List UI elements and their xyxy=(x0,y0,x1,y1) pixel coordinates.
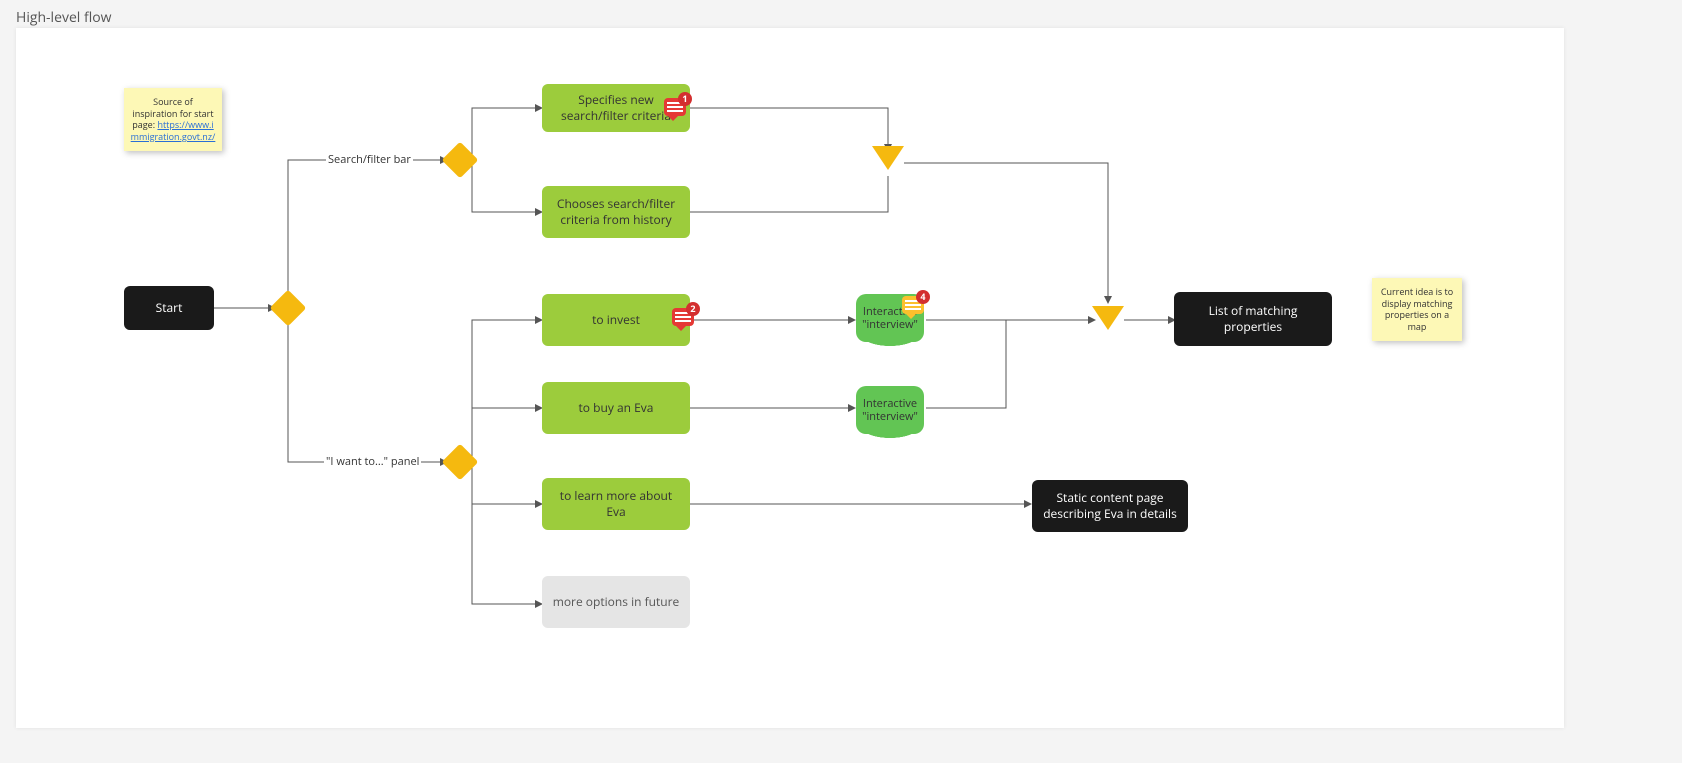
arrowhead xyxy=(1104,296,1112,304)
arrowhead xyxy=(848,316,856,324)
connector-lines xyxy=(16,28,1564,728)
comment-icon[interactable]: 2 xyxy=(672,308,694,326)
node-start[interactable]: Start xyxy=(124,286,214,330)
gateway-search[interactable] xyxy=(442,142,479,179)
node-list[interactable]: List of matching properties xyxy=(1174,292,1332,346)
gateway-main[interactable] xyxy=(270,290,307,327)
branch-label-search: Search/filter bar xyxy=(326,152,413,167)
merge-results[interactable] xyxy=(1092,306,1124,330)
node-learn[interactable]: to learn more about Eva xyxy=(542,478,690,530)
node-buy-eva[interactable]: to buy an Eva xyxy=(542,382,690,434)
node-interview-2[interactable]: Interactive "interview" xyxy=(856,386,924,434)
comment-icon[interactable]: 1 xyxy=(664,98,686,116)
merge-search[interactable] xyxy=(872,146,904,170)
sticky-note-idea[interactable]: Current idea is to display matching prop… xyxy=(1372,278,1462,341)
branch-label-want-to: "I want to..." panel xyxy=(324,454,421,469)
arrowhead xyxy=(848,404,856,412)
diagram-title: High-level flow xyxy=(16,8,111,27)
gateway-want-to[interactable] xyxy=(442,444,479,481)
comment-badge: 4 xyxy=(916,290,930,304)
node-future[interactable]: more options in future xyxy=(542,576,690,628)
node-from-history[interactable]: Chooses search/filter criteria from hist… xyxy=(542,186,690,238)
diagram-canvas[interactable]: Source of inspiration for start page: ht… xyxy=(16,28,1564,728)
node-static[interactable]: Static content page describing Eva in de… xyxy=(1032,480,1188,532)
sticky-note-source[interactable]: Source of inspiration for start page: ht… xyxy=(124,88,222,151)
comment-icon[interactable]: 4 xyxy=(902,296,924,314)
node-invest[interactable]: to invest xyxy=(542,294,690,346)
comment-badge: 2 xyxy=(686,302,700,316)
arrowhead xyxy=(1024,500,1032,508)
comment-badge: 1 xyxy=(678,92,692,106)
